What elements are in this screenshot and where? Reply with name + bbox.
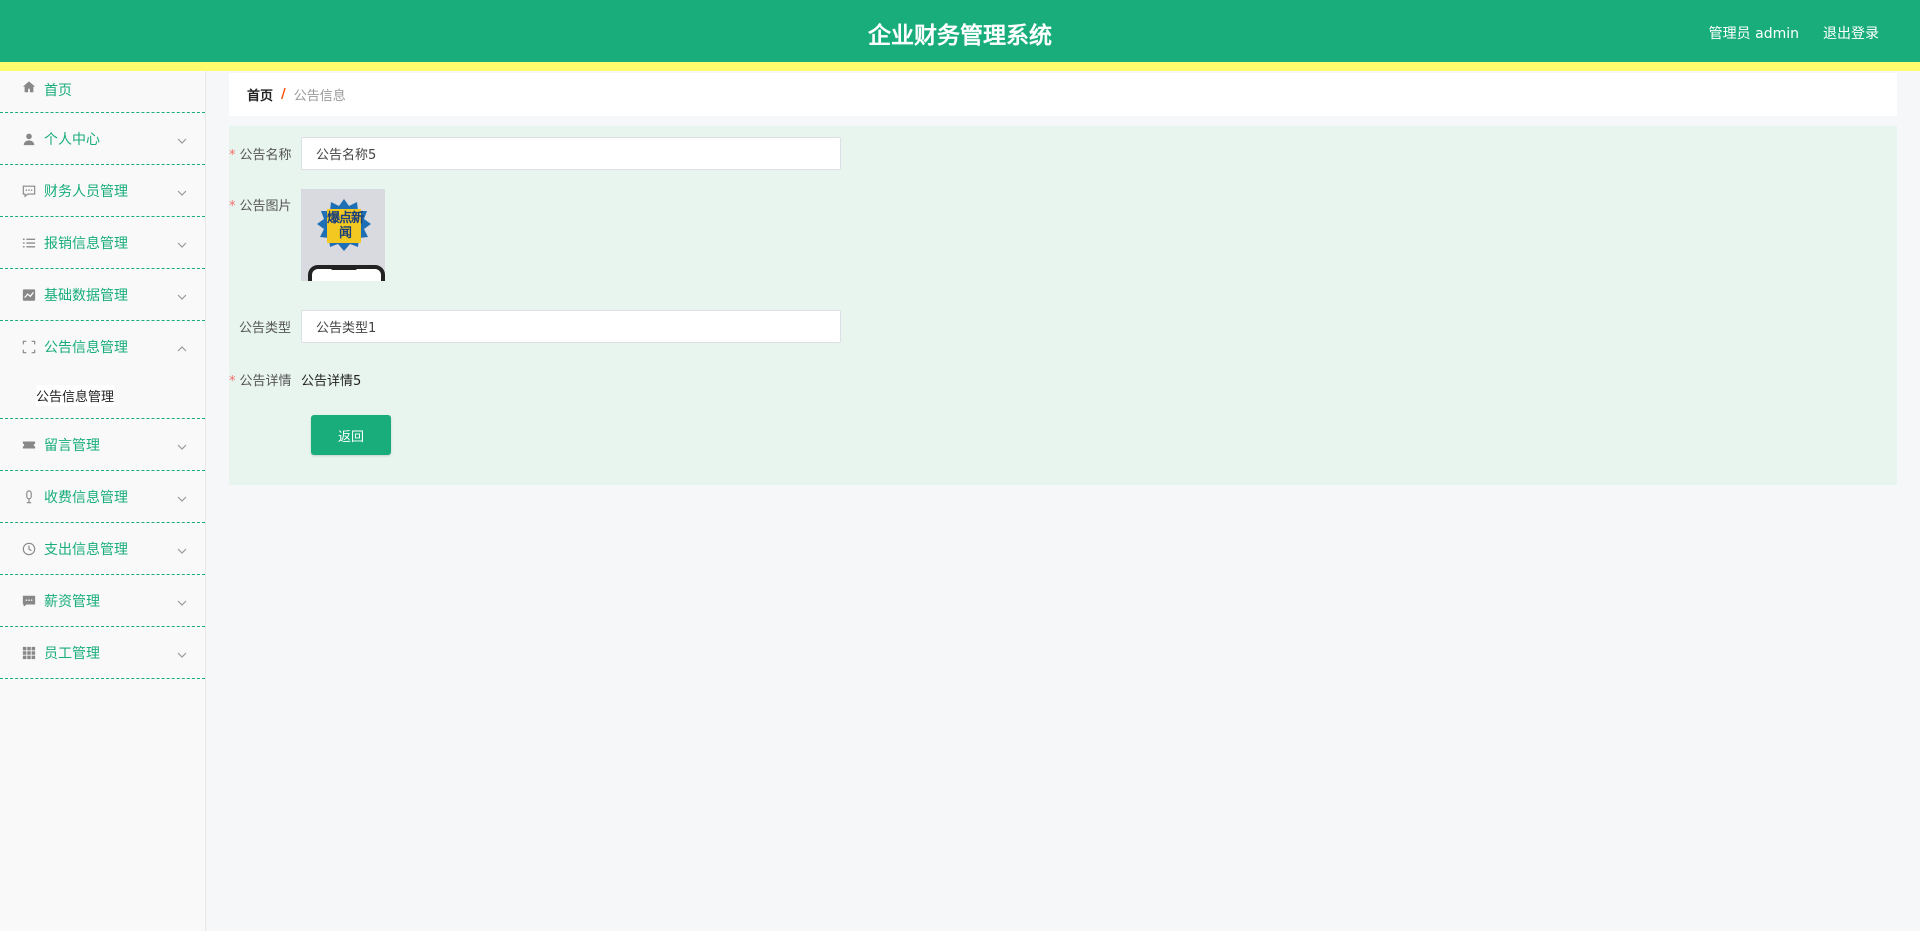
chevron-up-icon — [177, 342, 187, 358]
chevron-down-icon — [177, 648, 187, 664]
notice-image[interactable]: 爆点新闻 — [301, 189, 385, 281]
form-row-actions: 返回 — [311, 415, 391, 455]
sidebar-item-reimbursement[interactable]: 报销信息管理 — [0, 217, 205, 269]
notice-detail-form: *公告名称 *公告图片 爆点新闻 公告类型 *公告详情 公告详情5 返回 — [229, 126, 1897, 485]
ticket-icon — [22, 438, 36, 452]
app-title: 企业财务管理系统 — [868, 23, 1052, 49]
required-mark: * — [229, 148, 236, 163]
chevron-down-icon — [177, 440, 187, 456]
notice-name-label: * 公告名称 — [229, 144, 301, 163]
form-row-detail: * 公告详情 公告详情5 — [229, 370, 361, 389]
fullscreen-icon — [22, 340, 36, 354]
breadcrumb-current: 公告信息 — [293, 89, 346, 104]
chevron-down-icon — [177, 544, 187, 560]
breadcrumb-separator: / — [281, 87, 286, 102]
clock-icon — [22, 542, 36, 556]
sidebar-item-label: 支出信息管理 — [44, 541, 128, 558]
breadcrumb: 首页 / 公告信息 — [229, 73, 1897, 116]
sidebar-item-label: 收费信息管理 — [44, 489, 128, 506]
header-accent-strip — [0, 62, 1920, 71]
chevron-down-icon — [177, 290, 187, 306]
logout-link[interactable]: 退出登录 — [1823, 23, 1879, 43]
sidebar-item-label: 个人中心 — [44, 131, 100, 148]
chat-icon — [22, 594, 36, 608]
sidebar-item-label: 基础数据管理 — [44, 287, 128, 304]
sidebar-item-basic-data[interactable]: 基础数据管理 — [0, 269, 205, 321]
sidebar-item-employees[interactable]: 员工管理 — [0, 627, 205, 679]
sidebar-subitem-label: 公告信息管理 — [36, 385, 115, 406]
sidebar-item-finance-staff[interactable]: 财务人员管理 — [0, 165, 205, 217]
sidebar-item-label: 员工管理 — [44, 645, 100, 662]
phone-notch — [331, 266, 357, 270]
home-icon — [22, 80, 36, 94]
label-text: 公告图片 — [239, 199, 292, 214]
notice-detail-label: * 公告详情 — [229, 370, 301, 389]
breadcrumb-home-link[interactable]: 首页 — [247, 85, 273, 104]
sidebar-item-expenses[interactable]: 支出信息管理 — [0, 523, 205, 575]
back-button[interactable]: 返回 — [311, 415, 391, 455]
form-row-type: 公告类型 — [229, 310, 841, 343]
label-text: 公告详情 — [239, 374, 292, 389]
form-row-name: * 公告名称 — [229, 137, 841, 170]
sidebar-item-salary[interactable]: 薪资管理 — [0, 575, 205, 627]
required-mark: * — [229, 374, 236, 389]
current-user: 管理员 admin — [1708, 26, 1799, 42]
sidebar-item-fees[interactable]: 收费信息管理 — [0, 471, 205, 523]
chart-icon — [22, 288, 36, 302]
top-header: 企业财务管理系统 管理员 admin 退出登录 — [0, 0, 1920, 62]
sidebar-item-messages[interactable]: 留言管理 — [0, 419, 205, 471]
news-badge-text: 爆点新闻 — [326, 211, 364, 241]
chevron-down-icon — [177, 238, 187, 254]
label-text: 公告名称 — [239, 148, 292, 163]
microphone-icon — [22, 489, 36, 504]
sidebar-item-personal-center[interactable]: 个人中心 — [0, 113, 205, 165]
required-mark: * — [229, 199, 236, 214]
notice-name-field[interactable] — [301, 137, 841, 170]
notice-type-field[interactable] — [301, 310, 841, 343]
notice-image-label: * 公告图片 — [229, 189, 301, 214]
message-icon — [22, 184, 36, 198]
list-icon — [22, 236, 36, 250]
grid-icon — [22, 646, 36, 660]
sidebar-item-label: 财务人员管理 — [44, 183, 128, 200]
notice-type-label: 公告类型 — [238, 321, 291, 336]
notice-detail-value: 公告详情5 — [301, 374, 362, 389]
chevron-down-icon — [177, 134, 187, 150]
sidebar-item-label: 公告信息管理 — [44, 340, 128, 356]
sidebar-item-label: 首页 — [44, 83, 72, 99]
sidebar: 首页 个人中心 财务人员管理 报销信息管理 基础数据管理 公告信息管理 公告信息… — [0, 71, 206, 931]
sidebar-subitem-notice-management[interactable]: 公告信息管理 — [0, 373, 205, 419]
form-row-image: * 公告图片 爆点新闻 — [229, 189, 385, 281]
sidebar-item-notice[interactable]: 公告信息管理 — [0, 321, 205, 373]
sidebar-item-home[interactable]: 首页 — [0, 71, 205, 113]
sidebar-item-label: 薪资管理 — [44, 593, 100, 610]
chevron-down-icon — [177, 186, 187, 202]
sidebar-item-label: 报销信息管理 — [44, 235, 128, 252]
user-icon — [22, 132, 36, 146]
sidebar-item-label: 留言管理 — [44, 437, 100, 454]
chevron-down-icon — [177, 492, 187, 508]
chevron-down-icon — [177, 596, 187, 612]
